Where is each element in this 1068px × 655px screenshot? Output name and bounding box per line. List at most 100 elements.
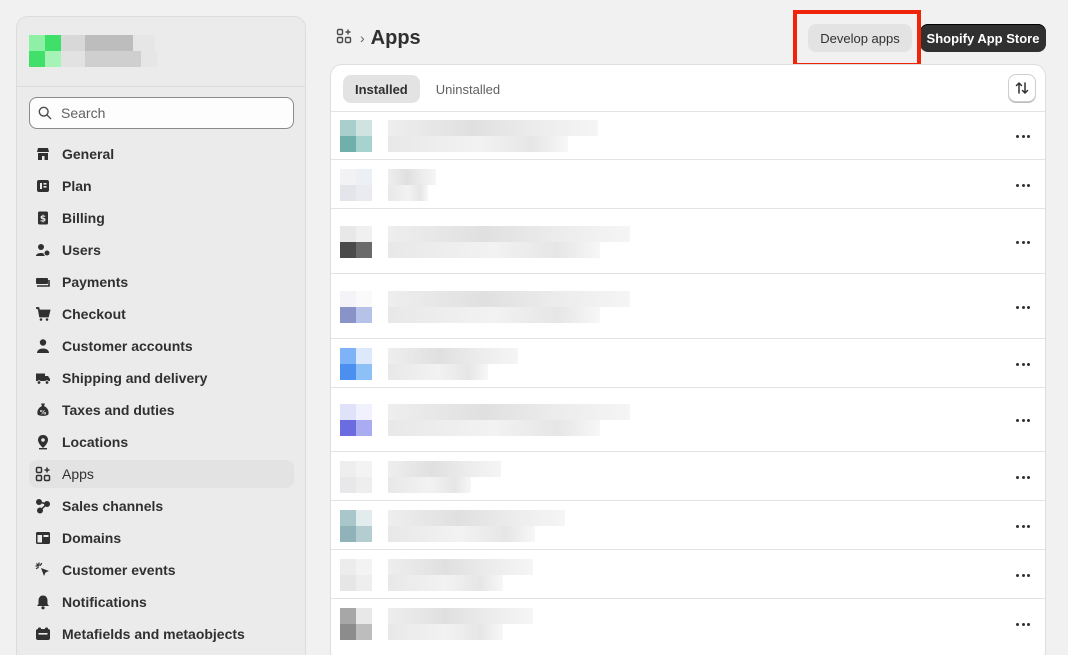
- sidebar-item-label: Customer events: [62, 562, 176, 578]
- sales-channels-icon: [35, 498, 51, 514]
- sidebar-item-apps[interactable]: Apps: [29, 460, 294, 488]
- app-name: [388, 608, 533, 624]
- sidebar-item-label: Billing: [62, 210, 105, 226]
- users-icon: [35, 242, 51, 258]
- tab-uninstalled[interactable]: Uninstalled: [424, 75, 512, 103]
- apps-icon[interactable]: [336, 28, 352, 49]
- app-list-row[interactable]: [331, 500, 1045, 549]
- app-description: [388, 526, 535, 542]
- app-description: [388, 477, 471, 493]
- sidebar-item-sales-channels[interactable]: Sales channels: [29, 492, 294, 520]
- svg-text:$: $: [40, 215, 46, 225]
- apps-tabs: Installed Uninstalled: [343, 75, 516, 103]
- sidebar-item-payments[interactable]: Payments: [29, 268, 294, 296]
- app-list-row[interactable]: [331, 549, 1045, 598]
- app-icon: [340, 120, 372, 152]
- sidebar-item-metafields[interactable]: Metafields and metaobjects: [29, 620, 294, 648]
- plan-icon: [35, 178, 51, 194]
- more-actions-icon[interactable]: [1013, 299, 1033, 315]
- more-actions-icon[interactable]: [1013, 518, 1033, 534]
- sidebar-item-notifications[interactable]: Notifications: [29, 588, 294, 616]
- person-icon: [35, 338, 51, 354]
- sort-button[interactable]: [1008, 74, 1036, 102]
- app-description: [388, 242, 600, 258]
- cart-icon: [35, 306, 51, 322]
- more-actions-icon[interactable]: [1013, 177, 1033, 193]
- app-name: [388, 510, 565, 526]
- sidebar-item-plan[interactable]: Plan: [29, 172, 294, 200]
- app-list-row[interactable]: [331, 208, 1045, 273]
- cursor-click-icon: [35, 562, 51, 578]
- app-icon: [340, 291, 372, 323]
- sort-arrows-icon: [1015, 81, 1029, 95]
- app-icon: [340, 348, 372, 380]
- app-name: [388, 404, 630, 420]
- more-actions-icon[interactable]: [1013, 356, 1033, 372]
- sidebar-item-label: Locations: [62, 434, 129, 450]
- app-description: [388, 364, 488, 380]
- sidebar-item-label: Apps: [62, 466, 94, 482]
- app-list-row[interactable]: [331, 111, 1045, 159]
- sidebar-item-label: Domains: [62, 530, 122, 546]
- app-description: [388, 136, 568, 152]
- page-title: Apps: [370, 26, 421, 49]
- sidebar-item-label: Customer accounts: [62, 338, 193, 354]
- app-list-row[interactable]: [331, 273, 1045, 338]
- sidebar-item-domains[interactable]: Domains: [29, 524, 294, 552]
- app-name: [388, 461, 501, 477]
- more-actions-icon[interactable]: [1013, 128, 1033, 144]
- search-input[interactable]: [61, 105, 261, 121]
- app-description: [388, 307, 600, 323]
- app-description: [388, 624, 503, 640]
- sidebar-item-taxes[interactable]: % Taxes and duties: [29, 396, 294, 424]
- sidebar-item-customer-events[interactable]: Customer events: [29, 556, 294, 584]
- app-icon: [340, 169, 372, 201]
- more-actions-icon[interactable]: [1013, 616, 1033, 632]
- shopify-app-store-button[interactable]: Shopify App Store: [920, 24, 1046, 52]
- sidebar-item-customer-accounts[interactable]: Customer accounts: [29, 332, 294, 360]
- tab-installed[interactable]: Installed: [343, 75, 420, 103]
- sidebar-item-general[interactable]: General: [29, 140, 294, 168]
- sidebar-item-label: Taxes and duties: [62, 402, 175, 418]
- sidebar-item-label: Shipping and delivery: [62, 370, 208, 386]
- highlight-annotation-box: [793, 10, 921, 67]
- app-list-row[interactable]: [331, 159, 1045, 208]
- sidebar-item-shipping[interactable]: Shipping and delivery: [29, 364, 294, 392]
- app-icon: [340, 559, 372, 591]
- app-description: [388, 420, 600, 436]
- sidebar-item-label: General: [62, 146, 115, 162]
- apps-icon: [35, 466, 51, 482]
- more-actions-icon[interactable]: [1013, 412, 1033, 428]
- app-name: [388, 559, 533, 575]
- sidebar-item-users[interactable]: Users: [29, 236, 294, 264]
- app-icon: [340, 461, 372, 493]
- app-description: [388, 185, 428, 201]
- sidebar-item-label: Plan: [62, 178, 92, 194]
- app-list-row[interactable]: [331, 598, 1045, 647]
- breadcrumb: › Apps: [336, 26, 421, 50]
- app-list-row[interactable]: [331, 387, 1045, 451]
- sidebar-item-checkout[interactable]: Checkout: [29, 300, 294, 328]
- sidebar-item-label: Payments: [62, 274, 129, 290]
- app-list-row[interactable]: [331, 451, 1045, 500]
- sidebar-item-label: Notifications: [62, 594, 147, 610]
- store-header[interactable]: [17, 17, 305, 87]
- more-actions-icon[interactable]: [1013, 469, 1033, 485]
- more-actions-icon[interactable]: [1013, 234, 1033, 250]
- store-name: [61, 35, 157, 69]
- sidebar-item-locations[interactable]: Locations: [29, 428, 294, 456]
- sidebar-item-billing[interactable]: $ Billing: [29, 204, 294, 232]
- store-icon: [35, 146, 51, 162]
- app-list-row[interactable]: [331, 338, 1045, 387]
- sidebar-item-label: Sales channels: [62, 498, 164, 514]
- search-field[interactable]: [29, 97, 294, 129]
- app-icon: [340, 608, 372, 640]
- app-name: [388, 169, 436, 185]
- breadcrumb-separator: ›: [360, 30, 365, 46]
- payments-icon: [35, 274, 51, 290]
- app-icon: [340, 226, 372, 258]
- sidebar-item-label: Users: [62, 242, 101, 258]
- store-avatar: [29, 35, 61, 67]
- settings-sidebar: General Plan $ Billing Users Payments Ch…: [16, 16, 306, 655]
- more-actions-icon[interactable]: [1013, 567, 1033, 583]
